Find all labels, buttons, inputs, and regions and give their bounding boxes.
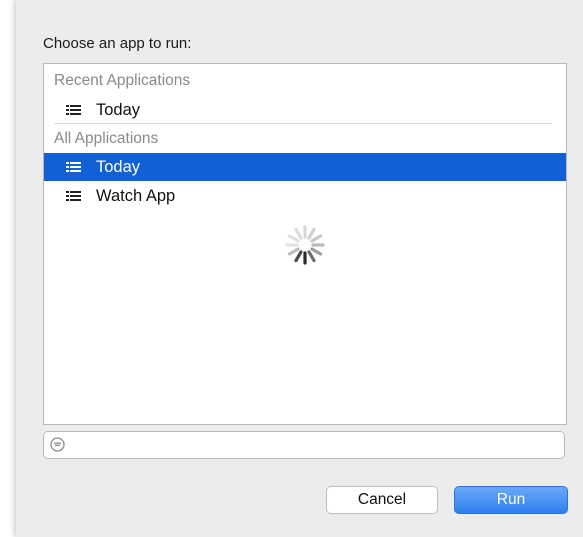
- section-header-recent: Recent Applications: [54, 72, 191, 89]
- loading-spinner-icon: [285, 225, 325, 265]
- dialog-prompt: Choose an app to run:: [43, 35, 192, 52]
- list-icon: [66, 105, 81, 115]
- filter-input[interactable]: [70, 435, 554, 455]
- section-header-all: All Applications: [54, 130, 159, 147]
- choose-app-dialog: Choose an app to run: Recent Application…: [16, 0, 583, 537]
- list-icon: [66, 162, 81, 172]
- app-list[interactable]: Recent Applications Today All Applicatio…: [43, 63, 567, 425]
- filter-field[interactable]: [43, 431, 565, 459]
- list-item-label: Watch App: [96, 187, 176, 205]
- cancel-button[interactable]: Cancel: [326, 486, 438, 514]
- list-item-all-today[interactable]: Today: [44, 153, 566, 181]
- list-icon: [66, 191, 81, 201]
- list-item-recent-today[interactable]: Today: [44, 96, 566, 124]
- section-divider: [54, 123, 552, 124]
- list-item-watch-app[interactable]: Watch App: [44, 182, 566, 210]
- filter-icon: [50, 437, 65, 452]
- run-button[interactable]: Run: [454, 486, 568, 514]
- list-item-label: Today: [96, 158, 141, 176]
- list-item-label: Today: [96, 101, 141, 119]
